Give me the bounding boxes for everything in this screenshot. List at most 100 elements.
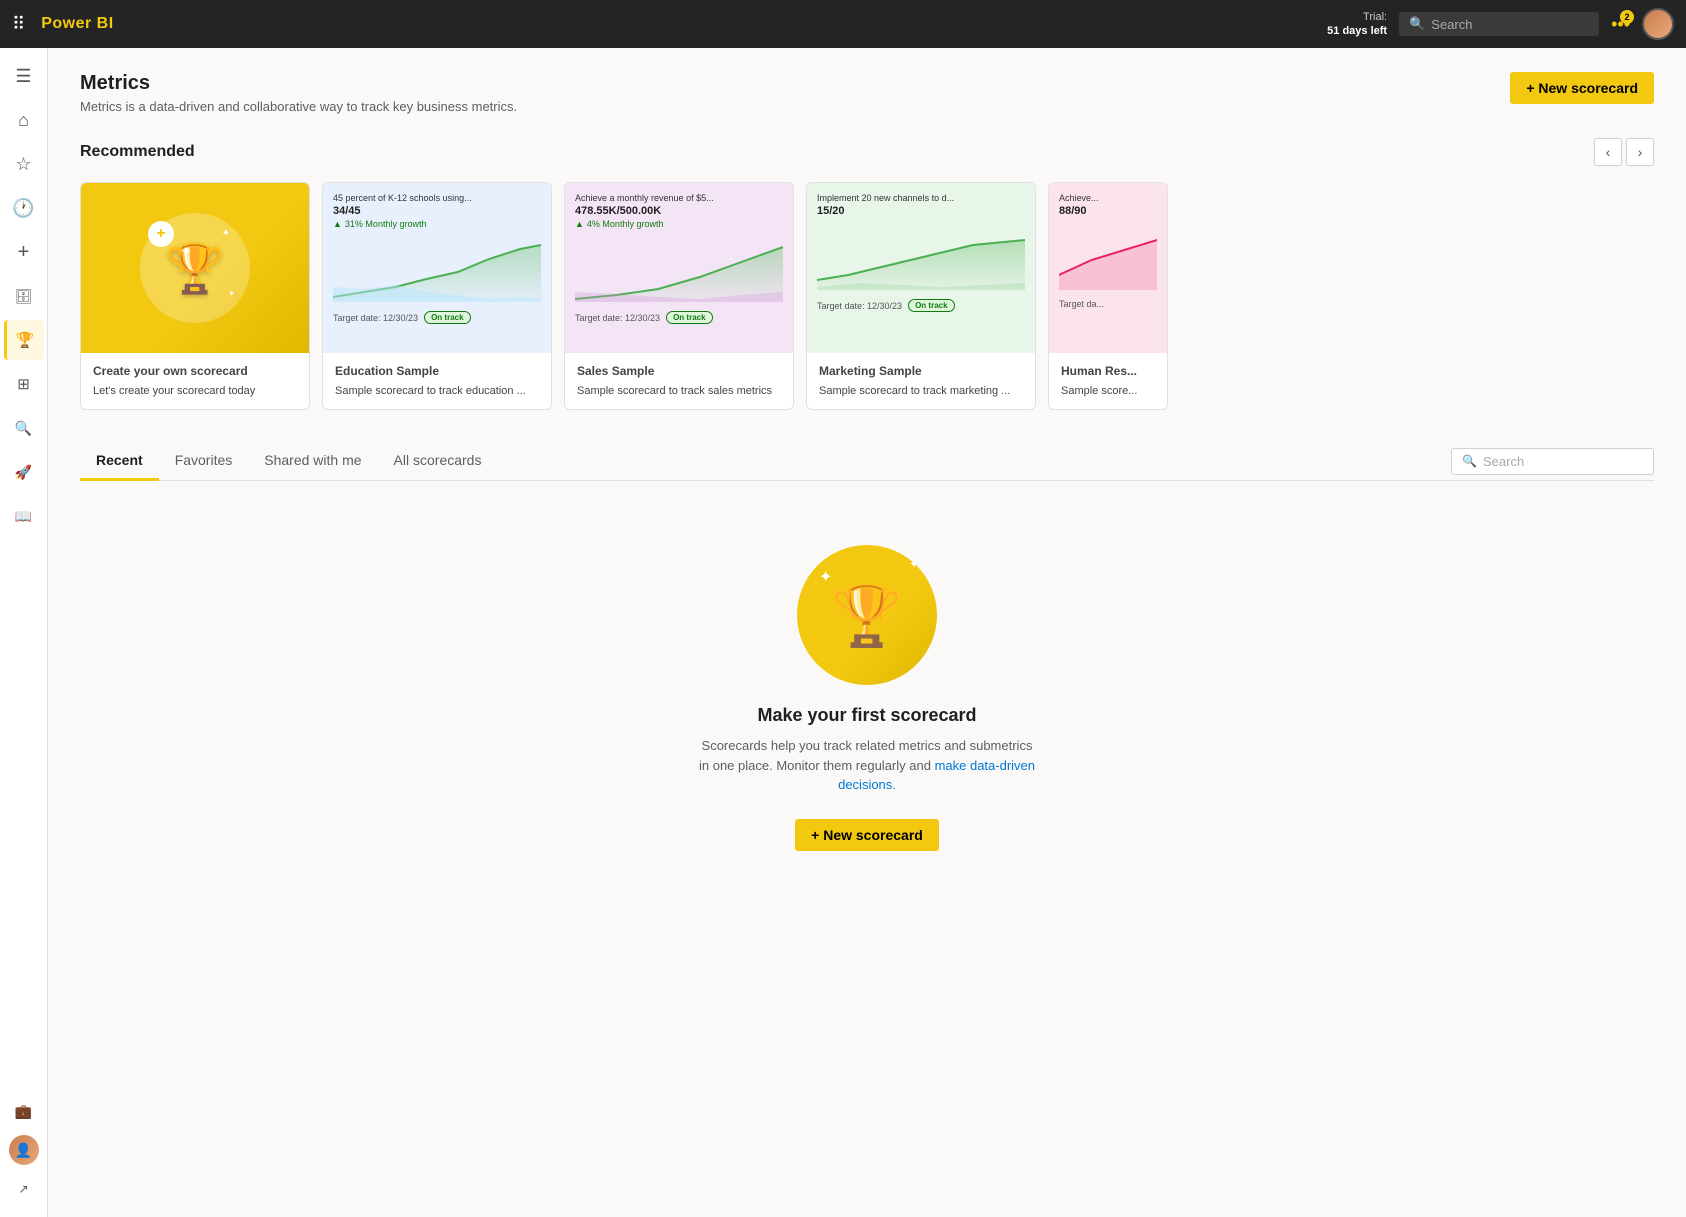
sidebar-item-create[interactable]: + — [4, 232, 44, 272]
edu-metric-growth: ▲ 31% Monthly growth — [333, 219, 541, 229]
mkt-card-title: Marketing Sample — [819, 363, 1023, 380]
tabs-search-bar[interactable]: 🔍 — [1451, 448, 1654, 475]
hr-chart — [1059, 225, 1157, 295]
prev-button[interactable]: ‹ — [1594, 138, 1622, 166]
empty-sparkle-3: ✦ — [920, 656, 927, 665]
empty-title: Make your first scorecard — [757, 705, 976, 726]
edu-metric-title: 45 percent of K-12 schools using... — [333, 193, 541, 203]
marketing-sample-card[interactable]: Implement 20 new channels to d... 15/20 — [806, 182, 1036, 410]
recommended-title: Recommended — [80, 143, 195, 161]
recommended-header: Recommended ‹ › — [80, 138, 1654, 166]
sidebar-item-recent[interactable]: 🕐 — [4, 188, 44, 228]
sales-chart — [575, 237, 783, 307]
empty-subtitle: Scorecards help you track related metric… — [697, 736, 1037, 795]
sparkle-icon-1: ✦ — [222, 228, 230, 239]
tab-favorites[interactable]: Favorites — [159, 442, 249, 481]
user-avatar[interactable] — [1642, 8, 1674, 40]
notification-button[interactable]: ••• 2 — [1611, 14, 1630, 35]
next-button[interactable]: › — [1626, 138, 1654, 166]
empty-trophy-icon: 🏆 — [830, 580, 905, 651]
mkt-card-footer: Marketing Sample Sample scorecard to tra… — [807, 353, 1035, 409]
tabs-search-icon: 🔍 — [1462, 454, 1477, 468]
empty-sparkle-2: ✦ — [819, 567, 832, 587]
trophy-icon-create: 🏆 — [165, 240, 225, 297]
hr-metric-value: 88/90 — [1059, 205, 1157, 217]
create-scorecard-card[interactable]: + 🏆 ✦ ✦ ✦ Create your own scorecard Let'… — [80, 182, 310, 410]
search-input[interactable] — [1431, 17, 1589, 32]
sales-metric-growth: ▲ 4% Monthly growth — [575, 219, 783, 229]
edu-card-text: Sample scorecard to track education ... — [335, 384, 539, 399]
mkt-card-text: Sample scorecard to track marketing ... — [819, 384, 1023, 399]
create-card-text: Let's create your scorecard today — [93, 384, 297, 399]
sparkle-icon-2: ✦ — [180, 243, 192, 260]
edu-card-footer: Education Sample Sample scorecard to tra… — [323, 353, 551, 409]
sales-metric-title: Achieve a monthly revenue of $5... — [575, 193, 783, 203]
sales-card-title: Sales Sample — [577, 363, 781, 380]
growth-arrow-icon: ▲ — [333, 219, 342, 229]
sidebar-item-browse[interactable]: 📖 — [4, 496, 44, 536]
page-subtitle: Metrics is a data-driven and collaborati… — [80, 99, 517, 114]
humanres-sample-card[interactable]: Achieve... 88/90 Target da... Human R — [1048, 182, 1168, 410]
sales-status-badge: On track — [666, 311, 712, 324]
sales-growth-arrow-icon: ▲ — [575, 219, 584, 229]
tabs-bar: Recent Favorites Shared with me All scor… — [80, 442, 1654, 481]
edu-status-badge: On track — [424, 311, 470, 324]
main-content: Metrics Metrics is a data-driven and col… — [48, 48, 1686, 1217]
search-icon: 🔍 — [1409, 16, 1425, 32]
edu-target-row: Target date: 12/30/23 On track — [333, 311, 541, 324]
hr-metric-title: Achieve... — [1059, 193, 1157, 203]
sidebar-item-learn[interactable]: 🔍 — [4, 408, 44, 448]
mkt-metric-title: Implement 20 new channels to d... — [817, 193, 1025, 203]
hr-card-text: Sample score... — [1061, 384, 1155, 399]
page-title: Metrics — [80, 72, 517, 95]
search-bar[interactable]: 🔍 — [1399, 12, 1599, 36]
tabs-list: Recent Favorites Shared with me All scor… — [80, 442, 1451, 480]
grid-icon[interactable]: ⠿ — [12, 14, 25, 35]
sidebar-item-favorites[interactable]: ☆ — [4, 144, 44, 184]
page-header: Metrics Metrics is a data-driven and col… — [80, 72, 1654, 114]
sidebar-item-metrics[interactable]: 🏆 — [4, 320, 44, 360]
sidebar: ☰ ⌂ ☆ 🕐 + 🗄 🏆 ⊞ 🔍 🚀 📖 💼 👤 ↗ — [0, 48, 48, 1217]
notif-badge: 2 — [1620, 10, 1634, 24]
mkt-chart — [817, 225, 1025, 295]
plus-badge: + — [148, 221, 174, 247]
sales-sample-card[interactable]: Achieve a monthly revenue of $5... 478.5… — [564, 182, 794, 410]
sidebar-item-home[interactable]: ⌂ — [4, 100, 44, 140]
edu-metric-value: 34/45 — [333, 205, 541, 217]
create-card-title: Create your own scorecard — [93, 363, 297, 380]
sidebar-item-expand[interactable]: ↗ — [4, 1169, 44, 1209]
sales-target-row: Target date: 12/30/23 On track — [575, 311, 783, 324]
tabs-search-input[interactable] — [1483, 454, 1643, 469]
sidebar-item-datahub[interactable]: 🗄 — [4, 276, 44, 316]
new-scorecard-button-empty[interactable]: + New scorecard — [795, 819, 939, 851]
education-sample-card[interactable]: 45 percent of K-12 schools using... 34/4… — [322, 182, 552, 410]
sales-card-text: Sample scorecard to track sales metrics — [577, 384, 781, 399]
mkt-metric-value: 15/20 — [817, 205, 1025, 217]
edu-card-title: Education Sample — [335, 363, 539, 380]
sidebar-item-profile[interactable]: 👤 — [9, 1135, 39, 1165]
app-logo: Power BI — [41, 15, 113, 33]
hr-target-row: Target da... — [1059, 299, 1157, 309]
topbar: ⠿ Power BI Trial: 51 days left 🔍 ••• 2 — [0, 0, 1686, 48]
tab-shared[interactable]: Shared with me — [248, 442, 377, 481]
edu-chart — [333, 237, 541, 307]
sidebar-item-workspaces[interactable]: 💼 — [4, 1091, 44, 1131]
empty-state: 🏆 ✦ ✦ ✦ Make your first scorecard Scorec… — [80, 505, 1654, 891]
sidebar-item-menu[interactable]: ☰ — [4, 56, 44, 96]
sales-metric-value: 478.55K/500.00K — [575, 205, 783, 217]
empty-trophy-circle: 🏆 ✦ ✦ ✦ — [797, 545, 937, 685]
new-scorecard-button-top[interactable]: + New scorecard — [1510, 72, 1654, 104]
mkt-target-row: Target date: 12/30/23 On track — [817, 299, 1025, 312]
hr-card-footer: Human Res... Sample score... — [1049, 353, 1167, 409]
scorecard-cards-row: + 🏆 ✦ ✦ ✦ Create your own scorecard Let'… — [80, 182, 1654, 410]
trial-info: Trial: 51 days left — [1327, 10, 1387, 39]
create-card-footer: Create your own scorecard Let's create y… — [81, 353, 309, 409]
sidebar-item-scorecard[interactable]: 🚀 — [4, 452, 44, 492]
sidebar-item-apps[interactable]: ⊞ — [4, 364, 44, 404]
tab-all[interactable]: All scorecards — [378, 442, 498, 481]
hr-card-title: Human Res... — [1061, 363, 1155, 380]
sparkle-icon-3: ✦ — [228, 289, 235, 298]
carousel-nav: ‹ › — [1594, 138, 1654, 166]
empty-sparkle-1: ✦ — [909, 557, 919, 571]
tab-recent[interactable]: Recent — [80, 442, 159, 481]
